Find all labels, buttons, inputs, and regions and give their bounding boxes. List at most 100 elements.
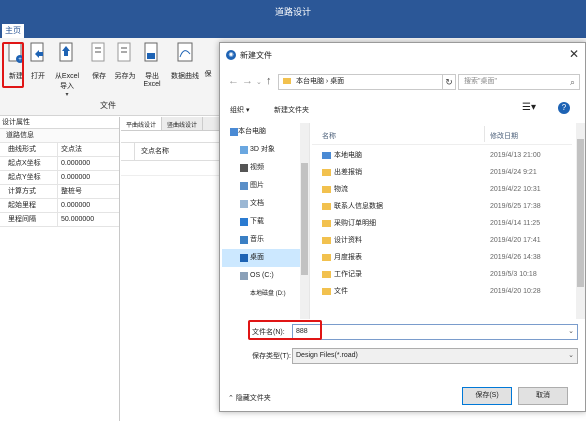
filename-highlight <box>248 320 322 340</box>
property-section-header: 道路信息 <box>0 129 119 143</box>
download-icon <box>240 218 248 226</box>
folder-icon <box>322 288 331 295</box>
nav-scrollbar-thumb[interactable] <box>301 163 308 275</box>
folder-icon <box>283 78 291 85</box>
new-folder-button[interactable]: 新建文件夹 <box>274 105 309 115</box>
import-icon <box>59 42 73 62</box>
drive-icon <box>240 272 248 280</box>
save-as-button[interactable]: 另存为 <box>112 42 138 81</box>
save-icon <box>91 42 105 62</box>
property-row[interactable]: 计算方式 整桩号 <box>0 185 119 199</box>
cube-icon <box>240 146 248 154</box>
chevron-down-icon: ▾ <box>65 92 69 98</box>
computer-icon <box>230 128 238 136</box>
dialog-footer: ⌃ 隐藏文件夹 保存(S) 取消 <box>220 379 585 411</box>
file-row[interactable]: 设计资料 2019/4/20 17:41 <box>312 232 572 249</box>
property-row[interactable]: 起始里程 0.000000 <box>0 199 119 213</box>
open-button[interactable]: 打开 <box>25 42 51 81</box>
view-options-icon[interactable]: ☰▾ <box>522 102 536 113</box>
nav-item-pictures[interactable]: 图片 <box>222 177 300 195</box>
filetype-row: 保存类型(T): Design Files(*.road) ⌄ <box>220 345 585 367</box>
property-row[interactable]: 曲线形式 交点法 <box>0 143 119 157</box>
cancel-button[interactable]: 取消 <box>518 387 568 405</box>
chevron-down-icon[interactable]: ⌄ <box>256 78 262 86</box>
panel-title: 设计属性 <box>0 117 119 129</box>
file-row[interactable]: 工作记录 2019/5/3 10:18 <box>312 266 572 283</box>
nav-item-documents[interactable]: 文档 <box>222 195 300 213</box>
filetype-select[interactable]: Design Files(*.road) ⌄ <box>292 348 578 364</box>
tab-horizontal-curve[interactable]: 平曲线设计 <box>121 117 163 130</box>
search-input[interactable]: 搜索"桌面" ⌕ <box>458 74 580 90</box>
tab-home[interactable]: 主页 <box>2 24 24 38</box>
refresh-icon[interactable]: ↻ <box>442 74 456 90</box>
file-list: 名称 修改日期 本地电脑 2019/4/13 21:00 出差报销 2019/4… <box>312 123 585 319</box>
file-list-scrollbar-thumb[interactable] <box>577 139 584 287</box>
dialog-toolbar: 组织 ▾ 新建文件夹 ☰▾ ? <box>220 99 585 119</box>
music-icon <box>240 236 248 244</box>
forward-arrow-icon[interactable]: → <box>242 75 253 87</box>
file-row[interactable]: 采购订单明细 2019/4/14 11:25 <box>312 215 572 232</box>
import-excel-button[interactable]: 从Excel导入 ▾ <box>52 42 82 98</box>
chevron-up-icon: ⌃ <box>228 395 236 402</box>
document-tabs: 平曲线设计 竖曲线设计 <box>121 117 219 131</box>
document-subheader <box>121 131 219 143</box>
filename-input[interactable]: 888 ⌄ <box>292 324 578 340</box>
desktop-icon <box>240 254 248 262</box>
folder-icon <box>322 220 331 227</box>
filetype-label: 保存类型(T): <box>252 353 291 360</box>
video-icon <box>240 164 248 172</box>
file-row[interactable]: 本地电脑 2019/4/13 21:00 <box>312 147 572 164</box>
chevron-down-icon: ⌄ <box>568 352 574 359</box>
app-logo-icon: ◉ <box>226 50 236 60</box>
breadcrumb-item[interactable]: 桌面 <box>330 78 344 85</box>
up-arrow-icon[interactable]: ↑ <box>266 75 272 87</box>
folder-icon <box>322 169 331 176</box>
picture-icon <box>240 182 248 190</box>
property-row[interactable]: 起点Y坐标 0.000000 <box>0 171 119 185</box>
nav-item-videos[interactable]: 视频 <box>222 159 300 177</box>
nav-item-downloads[interactable]: 下载 <box>222 213 300 231</box>
address-bar-row: ← → ⌄ ↑ 本台电脑 › 桌面 ↻ 搜索"桌面" ⌕ <box>220 71 585 93</box>
hide-folders-toggle[interactable]: ⌃ 隐藏文件夹 <box>228 393 271 403</box>
folder-icon <box>322 203 331 210</box>
dialog-titlebar: ◉ 新建文件 ✕ <box>220 43 585 67</box>
property-row[interactable]: 里程间隔 50.000000 <box>0 213 119 227</box>
nav-item-3d-objects[interactable]: 3D 对象 <box>222 141 300 159</box>
save-button[interactable]: 保存 <box>86 42 112 81</box>
grid-body[interactable] <box>121 175 219 421</box>
document-icon <box>240 200 248 208</box>
export-excel-button[interactable]: 导出Excel <box>139 42 165 88</box>
file-row[interactable]: 月度报表 2019/4/26 14:38 <box>312 249 572 266</box>
export-icon <box>144 42 158 62</box>
chevron-down-icon[interactable]: ⌄ <box>568 325 574 339</box>
folder-icon <box>322 254 331 261</box>
nav-item-d-drive[interactable]: 本地磁盘 (D:) <box>222 285 300 303</box>
file-row[interactable]: 文件 2019/4/20 10:28 <box>312 283 572 300</box>
dialog-title: 新建文件 <box>240 51 272 60</box>
property-row[interactable]: 起点X坐标 0.000000 <box>0 157 119 171</box>
document-area: 平曲线设计 竖曲线设计 交点名称 <box>121 117 219 421</box>
nav-item-desktop[interactable]: 桌面 <box>222 249 300 267</box>
address-bar[interactable]: 本台电脑 › 桌面 <box>278 74 456 90</box>
save-partial-button[interactable]: 保 <box>202 42 214 79</box>
breadcrumb-item[interactable]: 本台电脑 <box>296 78 324 85</box>
nav-item-this-pc[interactable]: 本台电脑 <box>222 123 300 141</box>
grid-column-header[interactable]: 交点名称 <box>135 143 169 160</box>
nav-item-c-drive[interactable]: OS (C:) <box>222 267 300 285</box>
data-curve-button[interactable]: 数据曲线 <box>168 42 202 81</box>
tab-vertical-curve[interactable]: 竖曲线设计 <box>162 117 204 130</box>
save-dialog-button[interactable]: 保存(S) <box>462 387 512 405</box>
nav-item-music[interactable]: 音乐 <box>222 231 300 249</box>
navigation-pane: 本台电脑 3D 对象 视频 图片 文档 下载 音乐 桌面 OS (C:) 本地磁… <box>222 123 310 319</box>
file-row[interactable]: 出差报销 2019/4/24 9:21 <box>312 164 572 181</box>
close-icon[interactable]: ✕ <box>569 47 579 61</box>
file-list-header: 名称 修改日期 <box>312 123 572 145</box>
back-arrow-icon[interactable]: ← <box>228 75 239 87</box>
file-row[interactable]: 物流 2019/4/22 10:31 <box>312 181 572 198</box>
help-icon[interactable]: ? <box>558 102 570 114</box>
column-header-date[interactable]: 修改日期 <box>490 131 518 141</box>
folder-icon <box>322 186 331 193</box>
file-row[interactable]: 联系人信息数据 2019/6/25 17:38 <box>312 198 572 215</box>
organize-button[interactable]: 组织 ▾ <box>230 105 249 115</box>
column-header-name[interactable]: 名称 <box>322 131 336 141</box>
